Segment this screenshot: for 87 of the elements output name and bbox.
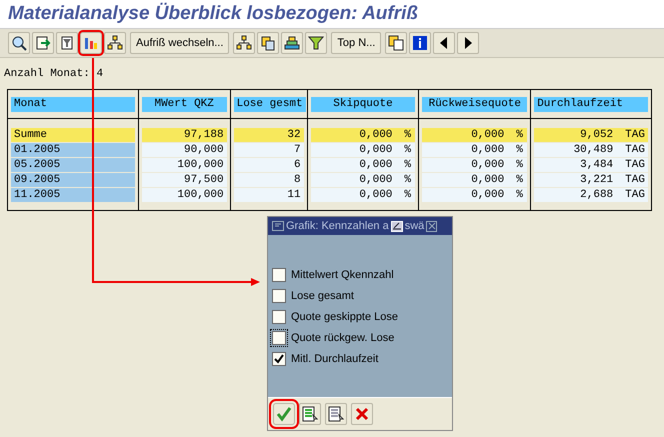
table-cell: 3,484 TAG xyxy=(534,158,648,172)
toolbar-button[interactable] xyxy=(433,32,456,54)
table-cell: 100,000 xyxy=(142,158,227,172)
table-cell: 11 xyxy=(234,188,304,202)
toolbar-button[interactable] xyxy=(56,32,78,54)
checkbox[interactable] xyxy=(272,310,286,324)
checkbox[interactable] xyxy=(272,352,286,366)
table-cell: 7 xyxy=(234,143,304,157)
table-cell: 0,000 % xyxy=(310,143,416,157)
table-cell: 0,000 % xyxy=(310,128,416,142)
toolbar-button[interactable] xyxy=(257,32,280,54)
row-label-cell: 01.2005 xyxy=(11,143,135,157)
column-header[interactable]: MWert QKZ xyxy=(142,96,227,112)
table-cell: 32 xyxy=(234,128,304,142)
deselect-all-button[interactable] xyxy=(325,403,347,425)
funnel-icon xyxy=(308,35,324,51)
table-cell: 0,000 % xyxy=(422,158,528,172)
table-cell: 3,221 TAG xyxy=(534,173,648,187)
bar-chart-icon xyxy=(83,35,99,51)
info-icon xyxy=(412,35,428,51)
column-header[interactable]: Durchlaufzeit xyxy=(534,96,648,112)
close-icon xyxy=(428,222,436,230)
table-cell: 2,688 TAG xyxy=(534,188,648,202)
window-icon xyxy=(272,221,284,231)
pyramid-icon xyxy=(284,35,300,51)
funnel-page-icon xyxy=(59,35,75,51)
table-cell: 97,500 xyxy=(142,173,227,187)
checkbox[interactable] xyxy=(272,268,286,282)
magnifier-icon xyxy=(11,35,27,51)
option-label: Mitl. Durchlaufzeit xyxy=(291,353,378,365)
column-header[interactable]: Lose gesmt xyxy=(234,96,306,112)
table-cell: 0,000 % xyxy=(422,143,528,157)
column-header[interactable]: Rückweisequote xyxy=(422,96,528,112)
list-icon xyxy=(328,406,344,422)
table-cell: 6 xyxy=(234,158,304,172)
table-cell: 0,000 % xyxy=(422,173,528,187)
table-cell: 97,188 xyxy=(142,128,227,142)
cancel-button[interactable] xyxy=(351,403,373,425)
toolbar-button[interactable]: Top N... xyxy=(331,32,382,54)
table-cell: 0,000 % xyxy=(310,158,416,172)
table-cell: 0,000 % xyxy=(422,128,528,142)
hierarchy-icon xyxy=(107,35,123,51)
toolbar-button[interactable] xyxy=(281,32,304,54)
table-cell: 100,000 xyxy=(142,188,227,202)
select-all-button[interactable] xyxy=(299,403,321,425)
option-label: Quote rückgew. Lose xyxy=(291,332,394,344)
hierarchy-icon xyxy=(236,35,252,51)
table-cell: 0,000 % xyxy=(310,173,416,187)
toolbar-button[interactable] xyxy=(409,32,432,54)
row-label-cell: 05.2005 xyxy=(11,158,135,172)
column-header[interactable]: Monat xyxy=(11,96,135,112)
column-header[interactable]: Skipquote xyxy=(310,96,416,112)
pages-icon xyxy=(388,35,404,51)
checkbox[interactable] xyxy=(272,331,286,345)
edit-icon xyxy=(390,220,403,232)
row-label-cell: 11.2005 xyxy=(11,188,135,202)
checkbox[interactable] xyxy=(272,289,286,303)
toolbar-button[interactable] xyxy=(233,32,256,54)
dialog-title: swä xyxy=(404,220,424,232)
close-button[interactable] xyxy=(426,220,438,232)
table-cell: 0,000 % xyxy=(422,188,528,202)
toolbar-button[interactable] xyxy=(32,32,54,54)
table-cell: 0,000 % xyxy=(310,188,416,202)
toolbar-button[interactable] xyxy=(305,32,328,54)
cancel-icon xyxy=(355,407,369,421)
option-label: Mittelwert Qkennzahl xyxy=(291,269,394,281)
dialog-title: Grafik: Kennzahlen a xyxy=(286,220,389,232)
table-cell: 30,489 TAG xyxy=(534,143,648,157)
list-check-icon xyxy=(302,406,318,422)
toolbar-button[interactable] xyxy=(8,32,30,54)
stacked-pages-icon xyxy=(260,35,276,51)
toolbar-button[interactable]: Aufriß wechseln... xyxy=(130,32,230,54)
document-arrow-icon xyxy=(35,35,51,51)
summary-value: 4 xyxy=(96,68,104,80)
row-label-cell: 09.2005 xyxy=(11,173,135,187)
table-cell: 90,000 xyxy=(142,143,227,157)
option-label: Quote geskippte Lose xyxy=(291,311,398,323)
window-title: Materialanalyse Überblick losbezogen: Aufriß xyxy=(8,3,418,24)
toolbar-button[interactable] xyxy=(385,32,408,54)
toolbar-button[interactable] xyxy=(457,32,480,54)
row-label-cell: Summe xyxy=(11,128,135,142)
summary-label: Anzahl Monat: xyxy=(4,68,90,80)
option-label: Lose gesamt xyxy=(291,290,354,302)
toolbar-button[interactable] xyxy=(104,32,126,54)
table-cell: 9,052 TAG xyxy=(534,128,648,142)
checkmark-icon xyxy=(276,406,292,422)
table-cell: 8 xyxy=(234,173,304,187)
